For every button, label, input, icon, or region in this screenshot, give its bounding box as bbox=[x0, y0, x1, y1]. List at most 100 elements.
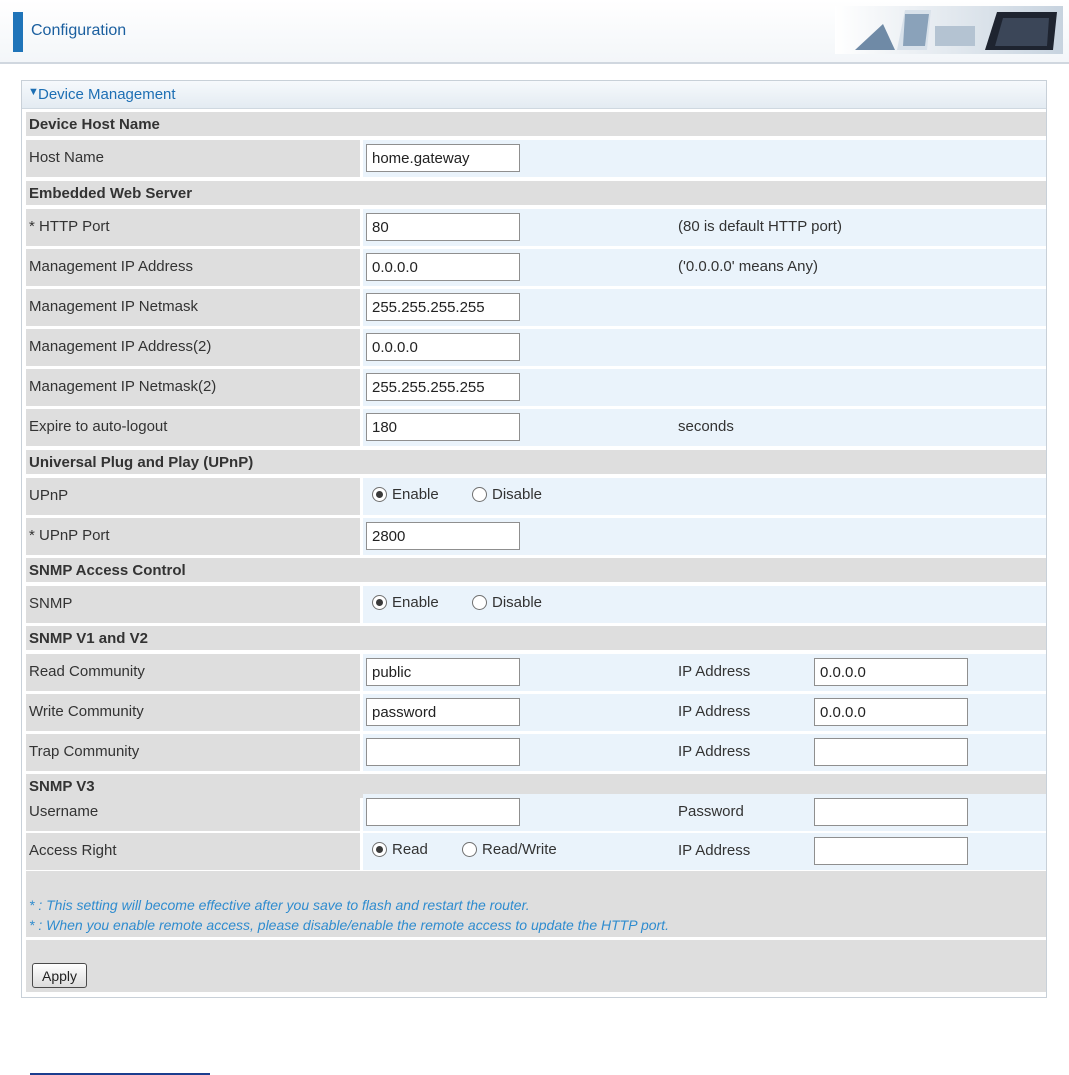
management-netmask-label: Management IP Netmask bbox=[29, 298, 198, 315]
upnp-port-input[interactable] bbox=[366, 522, 520, 550]
section-device-host-name: Device Host Name bbox=[26, 112, 1046, 136]
section-embedded-web-server: Embedded Web Server bbox=[26, 181, 1046, 205]
radio-selected-icon[interactable] bbox=[372, 842, 387, 857]
row-upnp-port: * UPnP Port bbox=[26, 518, 1046, 555]
row-read-community: Read Community IP Address bbox=[26, 654, 1046, 691]
note-remote-access: * : When you enable remote access, pleas… bbox=[29, 917, 669, 933]
upnp-port-label: * UPnP Port bbox=[29, 527, 110, 544]
http-port-input[interactable] bbox=[366, 213, 520, 241]
read-community-label: Read Community bbox=[29, 663, 145, 680]
username-label: Username bbox=[29, 803, 99, 820]
management-ip-input[interactable] bbox=[366, 253, 520, 281]
snmp-disable-radio[interactable]: Disable bbox=[472, 594, 542, 611]
radio-unselected-icon[interactable] bbox=[462, 842, 477, 857]
notes-area: * : This setting will become effective a… bbox=[26, 871, 1046, 937]
access-read-radio[interactable]: Read bbox=[372, 841, 428, 858]
label-cell: Management IP Netmask(2) bbox=[26, 369, 360, 406]
row-management-ip: Management IP Address ('0.0.0.0' means A… bbox=[26, 249, 1046, 286]
management-netmask-2-label: Management IP Netmask(2) bbox=[29, 378, 217, 395]
radio-unselected-icon[interactable] bbox=[472, 595, 487, 610]
trap-community-ip-label: IP Address bbox=[678, 743, 751, 760]
section-snmp-access-control: SNMP Access Control bbox=[26, 558, 1046, 582]
trap-community-ip-input[interactable] bbox=[814, 738, 968, 766]
row-snmp: SNMP Enable Disable bbox=[26, 586, 1046, 623]
page-header: Configuration bbox=[0, 0, 1069, 64]
row-trap-community: Trap Community IP Address bbox=[26, 734, 1046, 771]
host-name-label: Host Name bbox=[29, 149, 105, 166]
radio-selected-icon[interactable] bbox=[372, 595, 387, 610]
device-management-panel: ▼ Device Management Device Host Name Hos… bbox=[21, 80, 1047, 998]
label-cell: Management IP Netmask bbox=[26, 289, 360, 326]
label-cell: Expire to auto-logout bbox=[26, 409, 360, 446]
auto-logout-input[interactable] bbox=[366, 413, 520, 441]
snmp-enable-radio[interactable]: Enable bbox=[372, 594, 439, 611]
radio-selected-icon[interactable] bbox=[372, 487, 387, 502]
label-cell: Host Name bbox=[26, 140, 360, 177]
label-cell: * UPnP Port bbox=[26, 518, 360, 555]
value-cell bbox=[363, 478, 1046, 515]
section-label: Universal Plug and Play (UPnP) bbox=[29, 454, 254, 471]
row-access-right: Access Right Read Read/Write IP Address bbox=[26, 833, 1046, 870]
radio-label: Read bbox=[392, 841, 428, 858]
section-label: Device Host Name bbox=[29, 116, 160, 133]
apply-row: Apply bbox=[26, 940, 1046, 992]
section-label: Embedded Web Server bbox=[29, 185, 193, 202]
section-label: SNMP V3 bbox=[29, 778, 95, 795]
label-cell: Trap Community bbox=[26, 734, 360, 771]
radio-label: Disable bbox=[492, 486, 543, 503]
row-management-netmask-2: Management IP Netmask(2) bbox=[26, 369, 1046, 406]
write-community-input[interactable] bbox=[366, 698, 520, 726]
section-label: SNMP V1 and V2 bbox=[29, 630, 148, 647]
row-management-ip-2: Management IP Address(2) bbox=[26, 329, 1046, 366]
access-right-ip-input[interactable] bbox=[814, 837, 968, 865]
radio-label: Enable bbox=[392, 594, 439, 611]
access-read-write-radio[interactable]: Read/Write bbox=[462, 841, 557, 858]
radio-unselected-icon[interactable] bbox=[472, 487, 487, 502]
management-ip-2-input[interactable] bbox=[366, 333, 520, 361]
management-ip-hint: ('0.0.0.0' means Any) bbox=[678, 258, 818, 275]
radio-label: Read/Write bbox=[482, 841, 557, 858]
write-community-label: Write Community bbox=[29, 703, 144, 720]
label-cell: Write Community bbox=[26, 694, 360, 731]
header-banner-image bbox=[835, 6, 1063, 54]
label-cell: UPnP bbox=[26, 478, 360, 515]
row-upnp: UPnP Enable Disable bbox=[26, 478, 1046, 515]
management-netmask-input[interactable] bbox=[366, 293, 520, 321]
upnp-enable-radio[interactable]: Enable bbox=[372, 486, 439, 503]
snmp-label: SNMP bbox=[29, 595, 73, 612]
label-cell: Management IP Address bbox=[26, 249, 360, 286]
read-community-input[interactable] bbox=[366, 658, 520, 686]
label-cell: Management IP Address(2) bbox=[26, 329, 360, 366]
management-ip-2-label: Management IP Address(2) bbox=[29, 338, 212, 355]
panel-title-bar[interactable]: ▼ Device Management bbox=[22, 81, 1046, 109]
trap-community-label: Trap Community bbox=[29, 743, 140, 760]
label-cell: * HTTP Port bbox=[26, 209, 360, 246]
row-http-port: * HTTP Port (80 is default HTTP port) bbox=[26, 209, 1046, 246]
row-write-community: Write Community IP Address bbox=[26, 694, 1046, 731]
row-host-name: Host Name bbox=[26, 140, 1046, 177]
panel-title: Device Management bbox=[38, 86, 176, 103]
username-input[interactable] bbox=[366, 798, 520, 826]
password-label: Password bbox=[678, 803, 744, 820]
header-accent-bar bbox=[13, 12, 23, 52]
auto-logout-unit: seconds bbox=[678, 418, 734, 435]
password-input[interactable] bbox=[814, 798, 968, 826]
trap-community-input[interactable] bbox=[366, 738, 520, 766]
access-right-ip-label: IP Address bbox=[678, 842, 751, 859]
write-community-ip-input[interactable] bbox=[814, 698, 968, 726]
label-cell: Read Community bbox=[26, 654, 360, 691]
management-netmask-2-input[interactable] bbox=[366, 373, 520, 401]
read-community-ip-label: IP Address bbox=[678, 663, 751, 680]
auto-logout-label: Expire to auto-logout bbox=[29, 418, 168, 435]
host-name-input[interactable] bbox=[366, 144, 520, 172]
read-community-ip-input[interactable] bbox=[814, 658, 968, 686]
section-upnp: Universal Plug and Play (UPnP) bbox=[26, 450, 1046, 474]
value-cell bbox=[363, 586, 1046, 623]
section-label: SNMP Access Control bbox=[29, 562, 186, 579]
apply-button[interactable]: Apply bbox=[32, 963, 87, 988]
label-cell: Access Right bbox=[26, 833, 360, 870]
upnp-disable-radio[interactable]: Disable bbox=[472, 486, 542, 503]
radio-label: Enable bbox=[392, 486, 439, 503]
upnp-label: UPnP bbox=[29, 487, 69, 504]
note-restart: * : This setting will become effective a… bbox=[29, 897, 530, 913]
